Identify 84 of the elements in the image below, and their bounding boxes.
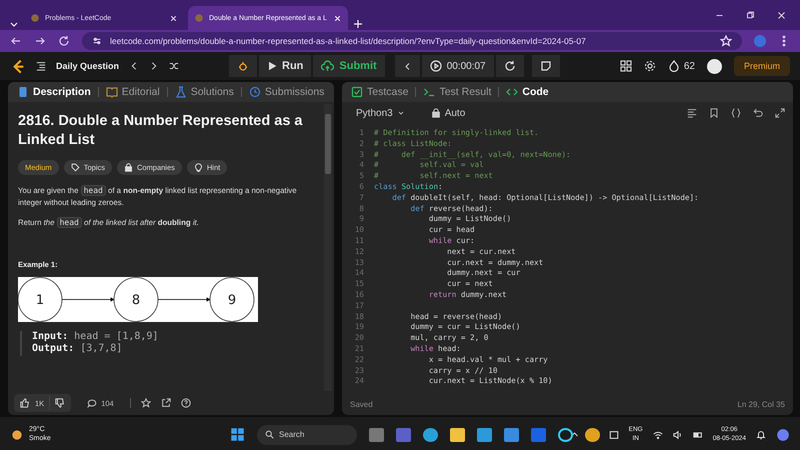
example-code-block: Input: head = [1,8,9] Output: [3,7,8]: [20, 330, 312, 356]
close-icon: [333, 14, 342, 22]
search-icon: [265, 430, 274, 439]
new-tab-icon[interactable]: [352, 18, 364, 30]
panel-tab[interactable]: Test Result: [420, 86, 494, 98]
terminal-icon: [423, 86, 436, 98]
play-circle-icon: [430, 60, 442, 72]
language-dropdown[interactable]: Python3: [350, 106, 411, 120]
code-icon: [506, 86, 518, 98]
battery-icon[interactable]: [692, 430, 703, 440]
address-bar[interactable]: leetcode.com/problems/double-a-number-represented-as-a-linked-list/description/?envType=daily-question&envId=2024-05-07: [82, 32, 742, 50]
start-icon[interactable]: [230, 427, 245, 442]
wifi-icon[interactable]: [652, 430, 663, 440]
undo-icon[interactable]: [753, 108, 763, 118]
site-logo-icon: [194, 13, 204, 23]
site-settings-icon: [92, 36, 102, 46]
note-icon: [540, 60, 552, 72]
site-logo-icon: [30, 13, 40, 23]
ring-app-icon[interactable]: [558, 428, 573, 442]
panel-tab[interactable]: Solutions: [172, 86, 237, 98]
weather-icon: [10, 428, 24, 442]
panel-tab[interactable]: Description: [14, 86, 94, 98]
braces-icon[interactable]: [731, 108, 741, 118]
timer[interactable]: 00:00:07: [422, 55, 494, 77]
bookmark-icon[interactable]: [709, 108, 719, 118]
bug-icon: [237, 60, 250, 72]
notes-button[interactable]: [532, 55, 560, 77]
flask-icon: [174, 86, 187, 98]
thumbs-down-icon: [55, 398, 66, 408]
reload-icon[interactable]: [58, 35, 70, 47]
refresh-icon: [504, 60, 516, 72]
lock-icon: [124, 162, 133, 172]
close-icon: [169, 14, 178, 22]
speaker-icon[interactable]: [672, 430, 683, 440]
clock-icon: [248, 86, 261, 98]
grid-icon[interactable]: [620, 60, 632, 72]
auto-mode-button[interactable]: Auto: [424, 106, 472, 120]
comment-icon: [87, 398, 98, 408]
shuffle-icon[interactable]: [169, 61, 180, 71]
leetcode-logo-icon: [10, 58, 26, 74]
forward-icon[interactable]: [34, 35, 46, 47]
chevron-left-icon: [402, 62, 412, 70]
panel-tab[interactable]: Code: [503, 86, 552, 98]
list-icon[interactable]: [36, 61, 46, 71]
premium-button[interactable]: Premium: [734, 56, 790, 76]
document-icon: [17, 86, 29, 98]
help-icon[interactable]: [180, 398, 191, 408]
tablet-icon[interactable]: [608, 430, 619, 440]
close-icon[interactable]: [777, 10, 786, 20]
notification-bell-icon[interactable]: [756, 430, 766, 440]
streak-counter[interactable]: 62: [668, 60, 695, 72]
run-button[interactable]: Run: [259, 55, 312, 77]
submit-button[interactable]: Submit: [313, 55, 385, 77]
lightbulb-icon: [194, 162, 203, 172]
url-text: leetcode.com/problems/double-a-number-represented-as-a-linked-list/description/?envType=daily-question&envId=2024-05-07: [110, 36, 586, 46]
checkbox-icon: [351, 86, 363, 98]
play-icon: [267, 61, 278, 71]
thumbs-up-icon: [20, 398, 30, 408]
daily-question-link[interactable]: Daily Question: [56, 61, 120, 71]
star-icon[interactable]: [140, 398, 151, 408]
panel-tab[interactable]: Submissions: [246, 86, 328, 98]
caret-icon: [396, 109, 405, 117]
panel-tab[interactable]: Editorial: [102, 86, 163, 98]
expand-icon[interactable]: [775, 108, 785, 118]
tag-icon: [70, 162, 80, 172]
cursor-position: Ln 29, Col 35: [737, 400, 785, 408]
book-icon: [106, 86, 118, 98]
cloud-upload-icon: [321, 60, 334, 72]
linked-list-diagram: 1 8 9: [18, 276, 258, 322]
restore-icon[interactable]: [746, 10, 755, 20]
share-icon[interactable]: [160, 398, 171, 408]
settings-icon[interactable]: [644, 60, 656, 72]
debug-button[interactable]: [229, 55, 258, 77]
bookmark-star-icon[interactable]: [720, 35, 732, 47]
panel-tab[interactable]: Testcase: [348, 86, 412, 98]
saved-status: Saved: [350, 400, 373, 408]
lock-icon: [430, 108, 441, 118]
taskbar-search[interactable]: Search: [257, 424, 357, 444]
problem-title: 2816. Double a Number Represented as a Linked List: [18, 112, 304, 150]
scrollbar[interactable]: [324, 104, 332, 391]
back-icon[interactable]: [10, 35, 22, 47]
format-icon[interactable]: [687, 108, 697, 118]
user-avatar[interactable]: [706, 58, 722, 74]
reset-button[interactable]: [496, 55, 524, 77]
